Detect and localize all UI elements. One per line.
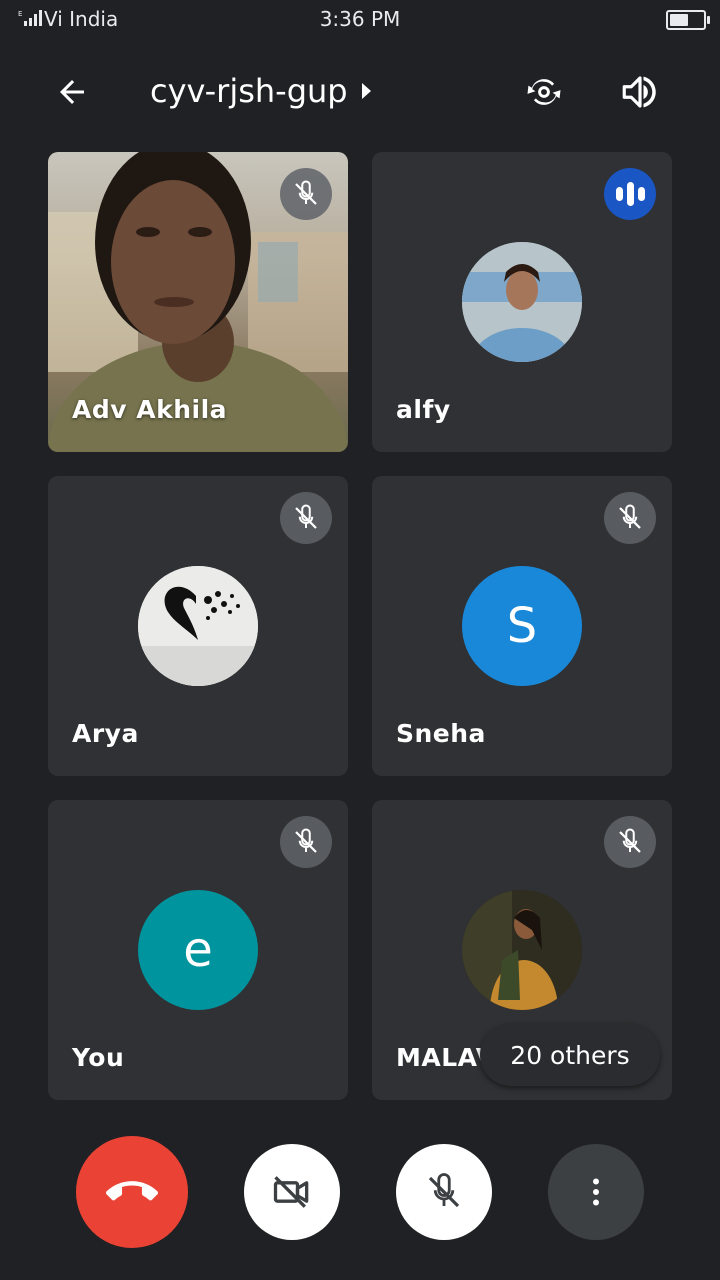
participant-tile[interactable]: S Sneha [372,476,672,776]
participant-name: alfy [396,395,451,424]
participant-tile[interactable]: Arya [48,476,348,776]
participant-name: You [72,1043,125,1072]
muted-indicator [604,492,656,544]
avatar [138,566,258,686]
muted-indicator [604,816,656,868]
mic-off-icon [295,828,317,853]
muted-indicator [280,168,332,220]
mic-off-icon [619,504,641,529]
status-bar: E Vi India 3:36 PM [0,0,720,40]
speaker-icon [622,76,656,108]
mic-off-icon [619,828,641,853]
avatar-photo [462,242,582,362]
switch-camera-icon [527,79,561,105]
avatar-photo [138,566,258,686]
top-bar: cyv-rjsh-gup [0,52,720,132]
avatar [462,242,582,362]
muted-indicator [280,816,332,868]
back-button[interactable] [44,64,100,120]
end-call-button[interactable] [76,1136,188,1248]
mic-off-icon [295,504,317,529]
participant-name: Adv Akhila [72,395,228,424]
more-options-button[interactable] [548,1144,644,1240]
battery-icon [666,10,710,30]
muted-indicator [280,492,332,544]
speaker-button[interactable] [612,64,668,120]
more-vert-icon [593,1178,599,1206]
arrow-left-icon [60,80,84,104]
caret-right-icon [361,83,371,99]
participant-name: Arya [72,719,139,748]
battery-level [670,14,688,26]
avatar-initial: e [138,890,258,1010]
avatar-initial: S [462,566,582,686]
meeting-title[interactable]: cyv-rjsh-gup [150,72,371,110]
camera-off-icon [273,1176,309,1208]
participant-tile[interactable]: Adv Akhila [48,152,348,452]
mic-toggle-button[interactable] [396,1144,492,1240]
mic-off-icon [295,180,317,205]
avatar [462,890,582,1010]
participant-tile[interactable]: alfy [372,152,672,452]
status-time: 3:36 PM [319,7,401,31]
end-call-icon [106,1181,158,1201]
participant-tile[interactable]: e You [48,800,348,1100]
mic-off-icon [428,1173,460,1208]
meeting-code: cyv-rjsh-gup [150,72,348,110]
speaking-icon [604,168,656,220]
switch-camera-button[interactable] [516,64,572,120]
others-button[interactable]: 20 others [480,1024,660,1086]
participant-name: Sneha [396,719,486,748]
avatar-photo [462,890,582,1010]
camera-toggle-button[interactable] [244,1144,340,1240]
